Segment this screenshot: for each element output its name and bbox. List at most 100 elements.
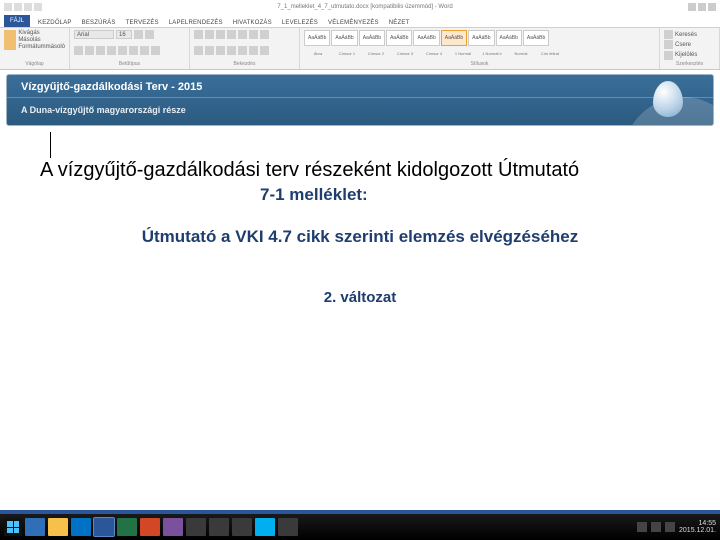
save-icon[interactable] <box>14 3 22 11</box>
sort-icon[interactable] <box>249 30 258 39</box>
group-label: Stílusok <box>304 61 655 67</box>
taskbar-outlook-icon[interactable] <box>71 518 91 536</box>
italic-icon[interactable] <box>85 46 94 55</box>
body-paragraph[interactable]: A vízgyűjtő-gazdálkodási terv részeként … <box>40 158 680 183</box>
line-spacing-icon[interactable] <box>238 46 247 55</box>
taskbar-explorer-icon[interactable] <box>48 518 68 536</box>
bold-icon[interactable] <box>74 46 83 55</box>
style-item[interactable]: AaÁáBb <box>304 30 330 46</box>
subscript-icon[interactable] <box>118 46 127 55</box>
cut-button[interactable]: Kivágás <box>18 30 65 36</box>
group-editing: Keresés Csere Kijelölés Szerkesztés <box>660 28 720 69</box>
windows-taskbar: 14:55 2015.12.01. <box>0 514 720 540</box>
taskbar-skype-icon[interactable] <box>255 518 275 536</box>
underline-icon[interactable] <box>96 46 105 55</box>
header-banner: Vízgyűjtő-gazdálkodási Terv - 2015 A Dun… <box>6 74 714 126</box>
window-controls <box>688 3 720 11</box>
style-item[interactable]: AaÁáBb <box>331 30 357 46</box>
align-center-icon[interactable] <box>205 46 214 55</box>
quick-access-toolbar <box>0 3 42 11</box>
group-styles: AaÁáBb AaÁáBb AaÁáBb AaÁáBb AaÁáBb AaÁáB… <box>300 28 660 69</box>
replace-icon[interactable] <box>664 40 673 49</box>
clock-date: 2015.12.01. <box>679 527 716 534</box>
taskbar-viber-icon[interactable] <box>163 518 183 536</box>
tab-mailings[interactable]: LEVELEZÉS <box>280 19 320 27</box>
tab-home[interactable]: KEZDŐLAP <box>36 19 74 27</box>
style-item[interactable]: AaÁáBb <box>359 30 385 46</box>
multilevel-icon[interactable] <box>216 30 225 39</box>
style-item[interactable]: AaÁáBb <box>386 30 412 46</box>
maximize-icon[interactable] <box>698 3 706 11</box>
annex-label[interactable]: 7-1 melléklet: <box>260 185 720 205</box>
font-name-select[interactable]: Arial <box>74 30 114 39</box>
taskbar-word-icon[interactable] <box>94 518 114 536</box>
copy-button[interactable]: Másolás <box>18 37 65 43</box>
tab-insert[interactable]: BESZÚRÁS <box>80 19 118 27</box>
tab-file[interactable]: FÁJL <box>4 15 30 27</box>
tab-review[interactable]: VÉLEMÉNYEZÉS <box>326 19 381 27</box>
group-paragraph: Bekezdés <box>190 28 300 69</box>
guide-title[interactable]: Útmutató a VKI 4.7 cikk szerinti elemzés… <box>0 227 720 247</box>
taskbar-excel-icon[interactable] <box>117 518 137 536</box>
tab-view[interactable]: NÉZET <box>387 19 412 27</box>
superscript-icon[interactable] <box>129 46 138 55</box>
tab-design[interactable]: TERVEZÉS <box>124 19 161 27</box>
version-label[interactable]: 2. változat <box>0 289 720 306</box>
indent-right-icon[interactable] <box>238 30 247 39</box>
select-icon[interactable] <box>664 51 673 60</box>
clock[interactable]: 14:55 2015.12.01. <box>679 520 716 534</box>
bottom-bars: 14:55 2015.12.01. <box>0 510 720 540</box>
paste-icon[interactable] <box>4 30 16 50</box>
ribbon-tabs: FÁJL KEZDŐLAP BESZÚRÁS TERVEZÉS LAPELREN… <box>0 14 720 28</box>
clock-time: 14:55 <box>679 520 716 527</box>
align-left-icon[interactable] <box>194 46 203 55</box>
numbering-icon[interactable] <box>205 30 214 39</box>
redo-icon[interactable] <box>34 3 42 11</box>
font-color-icon[interactable] <box>140 46 149 55</box>
style-item-selected[interactable]: AaÁáBb <box>441 30 467 46</box>
group-clipboard: Kivágás Másolás Formátummásoló Vágólap <box>0 28 70 69</box>
taskbar-app-icon[interactable] <box>209 518 229 536</box>
taskbar-app-icon[interactable] <box>278 518 298 536</box>
system-tray: 14:55 2015.12.01. <box>637 520 716 534</box>
volume-icon[interactable] <box>665 522 675 532</box>
bullets-icon[interactable] <box>194 30 203 39</box>
group-label: Betűtípus <box>74 61 185 67</box>
borders-icon[interactable] <box>260 46 269 55</box>
group-label: Vágólap <box>4 61 65 67</box>
shrink-font-icon[interactable] <box>145 30 154 39</box>
taskbar-app-icon[interactable] <box>232 518 252 536</box>
justify-icon[interactable] <box>227 46 236 55</box>
style-item[interactable]: AaÁáBb <box>523 30 549 46</box>
font-size-select[interactable]: 16 <box>116 30 132 39</box>
indent-left-icon[interactable] <box>227 30 236 39</box>
network-icon[interactable] <box>651 522 661 532</box>
taskbar-powerpoint-icon[interactable] <box>140 518 160 536</box>
tray-icon[interactable] <box>637 522 647 532</box>
title-bar: 7_1_melleklet_4_7_utmutato.docx [kompati… <box>0 0 720 14</box>
style-item[interactable]: AaÁáBb <box>496 30 522 46</box>
banner-subtitle: A Duna-vízgyűjtő magyarországi része <box>21 105 186 115</box>
format-painter-button[interactable]: Formátummásoló <box>18 44 65 50</box>
start-button[interactable] <box>4 518 22 536</box>
tab-references[interactable]: HIVATKOZÁS <box>231 19 274 27</box>
group-label: Bekezdés <box>194 61 295 67</box>
align-right-icon[interactable] <box>216 46 225 55</box>
find-icon[interactable] <box>664 30 673 39</box>
undo-icon[interactable] <box>24 3 32 11</box>
taskbar-app-icon[interactable] <box>186 518 206 536</box>
show-marks-icon[interactable] <box>260 30 269 39</box>
document-canvas[interactable]: Vízgyűjtő-gazdálkodási Terv - 2015 A Dun… <box>0 74 720 306</box>
text-cursor <box>50 132 51 158</box>
style-item[interactable]: AaÁáBb <box>413 30 439 46</box>
shading-icon[interactable] <box>249 46 258 55</box>
banner-title: Vízgyűjtő-gazdálkodási Terv - 2015 <box>21 81 202 93</box>
style-item[interactable]: AaÁáBb <box>468 30 494 46</box>
minimize-icon[interactable] <box>688 3 696 11</box>
strike-icon[interactable] <box>107 46 116 55</box>
grow-font-icon[interactable] <box>134 30 143 39</box>
taskbar-ie-icon[interactable] <box>25 518 45 536</box>
highlight-icon[interactable] <box>151 46 160 55</box>
tab-layout[interactable]: LAPELRENDEZÉS <box>167 19 225 27</box>
close-icon[interactable] <box>708 3 716 11</box>
